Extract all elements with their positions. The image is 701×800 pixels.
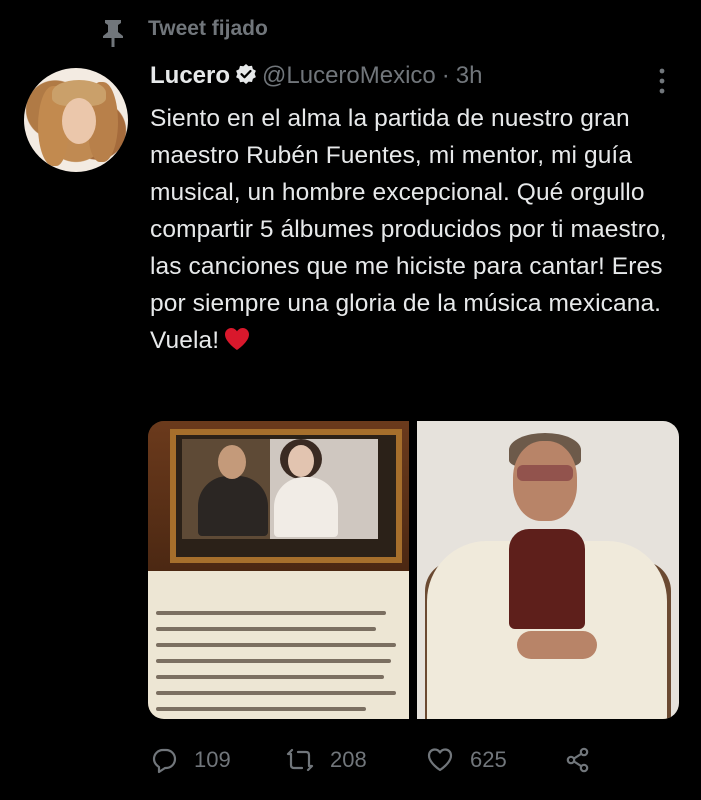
retweet-icon (286, 748, 314, 772)
photo-man-in-cardigan[interactable] (417, 421, 679, 719)
tweet-header: Lucero @LuceroMexico · 3h (150, 62, 670, 94)
red-heart-icon (225, 328, 250, 350)
retweet-button[interactable]: 208 (286, 740, 367, 780)
more-options-icon[interactable] (654, 66, 670, 96)
verified-badge-icon (236, 64, 256, 84)
pinned-tweet-indicator: Tweet fijado (0, 10, 701, 50)
reply-icon (152, 748, 177, 774)
avatar[interactable] (24, 68, 128, 172)
like-button[interactable]: 625 (426, 740, 507, 780)
share-button[interactable] (564, 740, 592, 780)
like-icon (427, 748, 453, 772)
separator-dot: · (441, 62, 450, 89)
pinned-label: Tweet fijado (148, 17, 268, 40)
like-count: 625 (470, 747, 507, 772)
media-grid (148, 421, 679, 719)
tweet-actions: 109 208 625 (150, 740, 610, 780)
retweet-count: 208 (330, 747, 367, 772)
share-icon (566, 747, 589, 773)
timestamp[interactable]: 3h (456, 62, 483, 89)
tweet-body: Siento en el alma la partida de nuestro … (150, 105, 667, 354)
user-handle[interactable]: @LuceroMexico (262, 62, 436, 89)
reply-button[interactable]: 109 (150, 740, 231, 780)
pin-icon (103, 20, 123, 47)
tweet-text: Siento en el alma la partida de nuestro … (150, 100, 690, 359)
photo-album-booklet[interactable] (148, 421, 409, 719)
display-name[interactable]: Lucero (150, 62, 230, 89)
reply-count: 109 (194, 747, 231, 772)
